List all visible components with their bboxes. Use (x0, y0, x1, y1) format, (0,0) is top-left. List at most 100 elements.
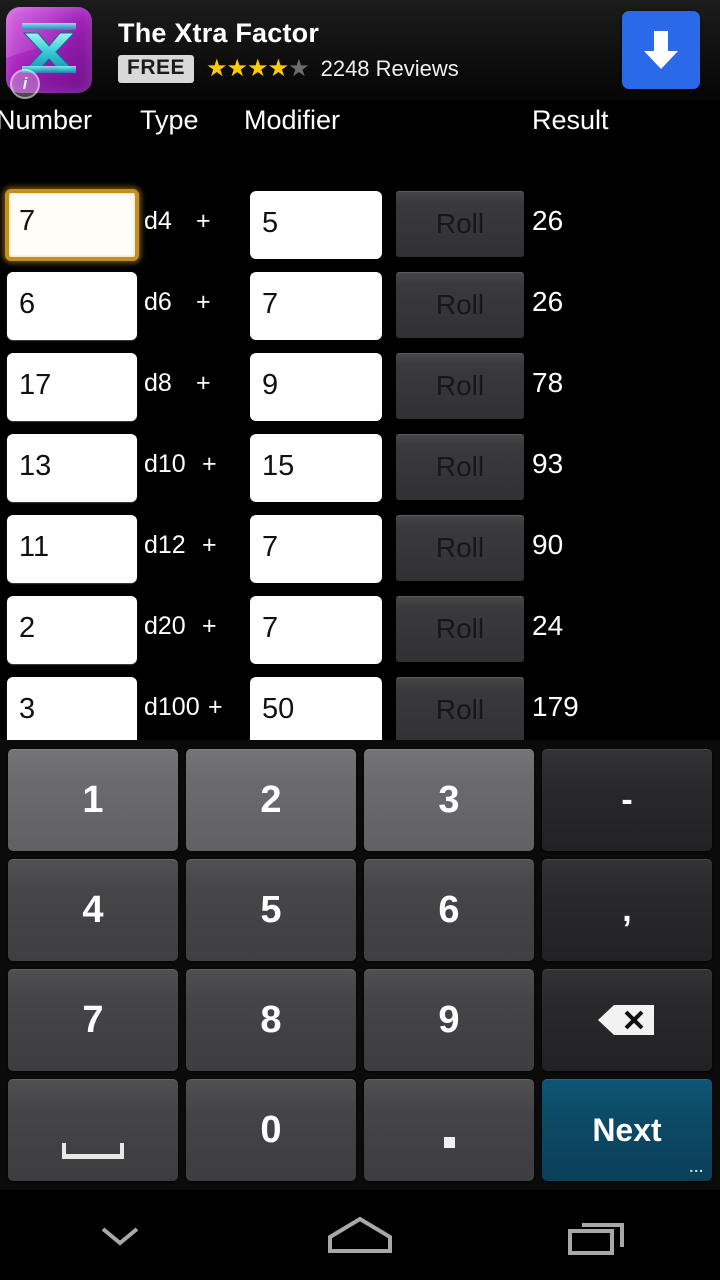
ad-star-rating: ★★★★★ (206, 54, 310, 82)
key-7[interactable]: 7 (8, 969, 178, 1071)
numeric-keyboard[interactable]: 1 2 3 - 4 5 6, 7 8 9 0 Next... (0, 740, 720, 1190)
column-headers: Number Type Modifier Result (0, 100, 720, 148)
plus-sign-label: + (196, 207, 211, 235)
key-comma[interactable]: , (542, 859, 712, 961)
home-pentagon-icon (328, 1216, 392, 1253)
ad-icon-wrapper[interactable]: i (6, 7, 92, 99)
ad-subline: FREE ★★★★★ 2248 Reviews (118, 54, 622, 83)
header-type: Type (140, 105, 199, 135)
key-6[interactable]: 6 (364, 859, 534, 961)
number-input[interactable]: 3 (7, 677, 137, 745)
result-value: 93 (532, 448, 564, 479)
roll-button[interactable]: Roll (396, 353, 524, 419)
header-number: Number (0, 105, 93, 135)
ad-title: The Xtra Factor (118, 17, 320, 48)
key-next-label: Next (592, 1111, 662, 1148)
key-1-label: 1 (82, 778, 104, 821)
key-9[interactable]: 9 (364, 969, 534, 1071)
home-icon[interactable] (240, 1190, 480, 1280)
dice-type-label: d4 (144, 207, 172, 235)
result-value: 179 (532, 691, 579, 722)
result-value: 78 (532, 367, 564, 398)
keyboard-row: 0 Next... (4, 1076, 716, 1184)
dice-type-label: d8 (144, 369, 172, 397)
number-input[interactable]: 17 (7, 353, 137, 421)
plus-sign-label: + (202, 531, 217, 559)
hide-keyboard-chevron-icon[interactable] (0, 1190, 240, 1280)
modifier-input[interactable]: 5 (250, 191, 382, 259)
roll-button[interactable]: Roll (396, 191, 524, 257)
modifier-input[interactable]: 9 (250, 353, 382, 421)
ad-banner[interactable]: i The Xtra Factor FREE ★★★★★ 2248 Review… (0, 0, 720, 100)
keyboard-row: 4 5 6, (4, 856, 716, 964)
key-5-label: 5 (260, 888, 282, 931)
modifier-input[interactable]: 7 (250, 515, 382, 583)
plus-sign-label: + (196, 369, 211, 397)
key-0[interactable]: 0 (186, 1079, 356, 1181)
dice-row: 17 d8 +9 Roll 78 (0, 347, 720, 428)
modifier-input[interactable]: 50 (250, 677, 382, 745)
plus-sign-label: + (202, 450, 217, 478)
result-value: 26 (532, 286, 564, 317)
period-icon (443, 1136, 455, 1148)
plus-sign-label: + (196, 288, 211, 316)
key-4-label: 4 (82, 888, 104, 931)
number-input[interactable]: 7 (5, 189, 139, 261)
recent-apps-icon[interactable] (480, 1190, 720, 1280)
key-comma-label: , (622, 890, 632, 929)
key-4[interactable]: 4 (8, 859, 178, 961)
key-8-label: 8 (260, 998, 282, 1041)
key-1[interactable]: 1 (8, 749, 178, 851)
key-next[interactable]: Next... (542, 1079, 712, 1181)
key-5[interactable]: 5 (186, 859, 356, 961)
dice-row: 11 d12 +7 Roll 90 (0, 509, 720, 590)
key-space[interactable] (8, 1079, 178, 1181)
recents-rectangles-icon (568, 1223, 624, 1255)
key-8[interactable]: 8 (186, 969, 356, 1071)
modifier-input[interactable]: 7 (250, 596, 382, 664)
roll-button[interactable]: Roll (396, 515, 524, 581)
dice-row: 13 d10 +15 Roll 93 (0, 428, 720, 509)
keyboard-row: 7 8 9 (4, 966, 716, 1074)
next-key-options-dots: ... (689, 1159, 704, 1175)
keyboard-row: 1 2 3 - (4, 746, 716, 854)
system-navigation-bar (0, 1190, 720, 1280)
key-3[interactable]: 3 (364, 749, 534, 851)
key-2[interactable]: 2 (186, 749, 356, 851)
download-arrow-icon (644, 31, 678, 69)
plus-sign-label: + (208, 693, 223, 721)
ad-info-icon[interactable]: i (10, 69, 40, 99)
modifier-input[interactable]: 7 (250, 272, 382, 340)
key-3-label: 3 (438, 778, 460, 821)
ad-review-count: 2248 Reviews (320, 55, 459, 81)
dice-row-list: 7 d4 +5 Roll 26 6 d6 +7 Roll 26 17 d8 +9 Roll 78 13 d10 +… (0, 185, 720, 752)
dice-row: 7 d4 +5 Roll 26 (0, 185, 720, 266)
key-6-label: 6 (438, 888, 460, 931)
roll-button[interactable]: Roll (396, 272, 524, 338)
backspace-icon (598, 1005, 654, 1035)
ad-text-block: The Xtra Factor FREE ★★★★★ 2248 Reviews (118, 18, 622, 83)
dice-row: 2 d20 +7 Roll 24 (0, 590, 720, 671)
roll-button[interactable]: Roll (396, 596, 524, 662)
key-minus[interactable]: - (542, 749, 712, 851)
modifier-input[interactable]: 15 (250, 434, 382, 502)
dice-type-label: d6 (144, 288, 172, 316)
number-input[interactable]: 2 (7, 596, 137, 664)
ad-download-button[interactable] (622, 11, 700, 89)
roll-button[interactable]: Roll (396, 677, 524, 743)
key-minus-label: - (621, 780, 633, 819)
result-value: 24 (532, 610, 564, 641)
roll-button[interactable]: Roll (396, 434, 524, 500)
chevron-down-icon (101, 1227, 139, 1246)
key-0-label: 0 (260, 1108, 282, 1151)
key-2-label: 2 (260, 778, 282, 821)
key-period[interactable] (364, 1079, 534, 1181)
number-input[interactable]: 6 (7, 272, 137, 340)
number-input[interactable]: 11 (7, 515, 137, 583)
number-input[interactable]: 13 (7, 434, 137, 502)
spacebar-icon (62, 1143, 124, 1159)
key-backspace[interactable] (542, 969, 712, 1071)
ad-price-badge: FREE (118, 54, 195, 83)
key-7-label: 7 (82, 998, 104, 1041)
header-modifier: Modifier (244, 105, 341, 135)
